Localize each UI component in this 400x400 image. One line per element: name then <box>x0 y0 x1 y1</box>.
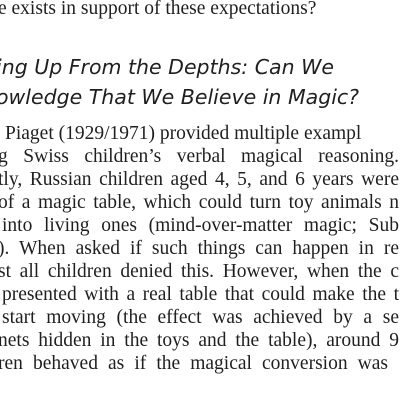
paragraph-line: tly, Russian children aged 4, 5, and 6 y… <box>0 169 399 190</box>
paragraph-line: nets hidden in the toys and the table), … <box>0 330 399 351</box>
heading-line-1: ing Up From the Depths: Can We <box>0 55 334 79</box>
paragraph-line: start moving (the effect was achieved by… <box>2 307 399 328</box>
paragraph-line: ). When asked if such things can happen … <box>0 238 399 259</box>
paragraph-line: g Swiss children’s verbal magical reason… <box>0 146 399 167</box>
paragraph-line: presented with a real table that could m… <box>2 284 399 305</box>
document-page: e exists in support of these expectation… <box>0 0 400 400</box>
paragraph-line: into living ones (mind-over-matter magic… <box>2 215 399 236</box>
paragraph-line: Piaget (1929/1971) provided multiple exa… <box>5 123 362 144</box>
heading-line-2: owledge That We Believe in Magic? <box>0 85 360 109</box>
intro-text-line: e exists in support of these expectation… <box>0 0 317 19</box>
paragraph-line: st all children denied this. However, wh… <box>0 261 399 282</box>
paragraph-line: of a magic table, which could turn toy a… <box>0 192 399 213</box>
paragraph-line: ren behaved as if the magical conversion… <box>0 353 388 374</box>
